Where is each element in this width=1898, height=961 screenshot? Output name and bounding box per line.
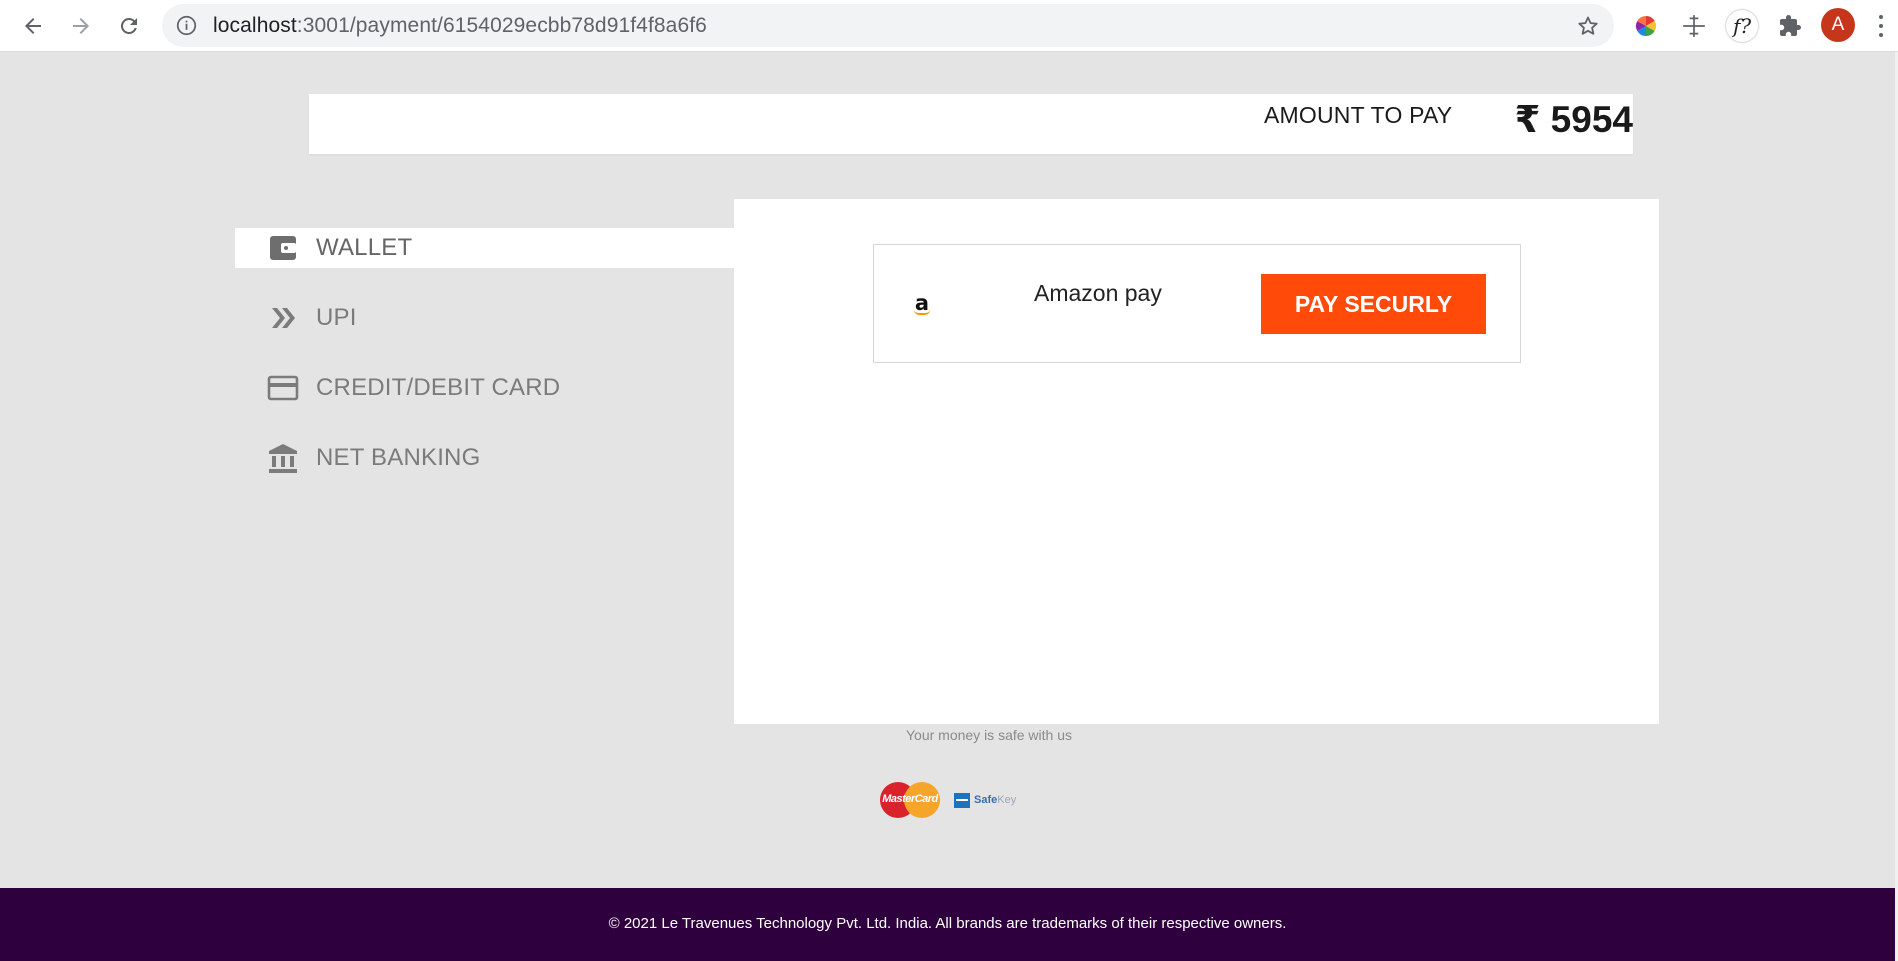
font-identifier-icon[interactable]: f? <box>1724 8 1760 44</box>
reload-button[interactable] <box>111 8 147 44</box>
profile-avatar[interactable]: A <box>1821 8 1855 42</box>
credit-card-icon <box>267 372 299 404</box>
pay-securely-button[interactable]: PAY SECURLY <box>1261 274 1486 334</box>
forward-button[interactable] <box>63 8 99 44</box>
sidebar-item-wallet[interactable]: WALLET <box>235 228 734 268</box>
color-wheel-icon[interactable] <box>1628 8 1664 44</box>
wallet-name: Amazon pay <box>1034 280 1162 306</box>
amazon-logo-icon: a <box>909 291 935 317</box>
url-host: localhost <box>213 14 297 37</box>
arrow-right-icon <box>73 18 89 34</box>
sidebar-item-label: UPI <box>316 304 357 331</box>
bookmark-star-icon[interactable] <box>1576 14 1600 38</box>
amazon-pay-option[interactable]: a Amazon pay PAY SECURLY <box>873 244 1521 363</box>
back-button[interactable] <box>15 8 51 44</box>
sidebar-item-credit-debit-card[interactable]: CREDIT/DEBIT CARD <box>235 368 734 408</box>
amount-label: AMOUNT TO PAY <box>1264 102 1453 128</box>
reload-icon <box>120 17 137 34</box>
safekey-text-2: Key <box>997 794 1017 806</box>
arrow-left-icon <box>25 18 41 34</box>
info-icon[interactable] <box>176 15 197 36</box>
browser-menu-icon[interactable] <box>1876 12 1886 40</box>
url-text[interactable]: localhost:3001/payment/6154029ecbb78d91f… <box>213 14 707 38</box>
amazon-logo-letter: a <box>914 290 930 315</box>
move-icon[interactable] <box>1676 8 1712 44</box>
amount-value: ₹ 5954 <box>1514 99 1633 140</box>
footer: © 2021 Le Travenues Technology Pvt. Ltd.… <box>0 888 1895 961</box>
bank-icon <box>267 442 299 474</box>
amex-icon <box>954 792 970 808</box>
url-path: :3001/payment/6154029ecbb78d91f4f8a6f6 <box>296 14 707 37</box>
address-bar[interactable]: localhost:3001/payment/6154029ecbb78d91f… <box>162 4 1614 47</box>
sidebar-item-label: WALLET <box>316 234 413 261</box>
puzzle-icon[interactable] <box>1772 8 1808 44</box>
amount-bar: AMOUNT TO PAY ₹ 5954 <box>309 94 1633 154</box>
amex-safekey-logo: SafeKey <box>954 790 1016 810</box>
copyright-text: © 2021 Le Travenues Technology Pvt. Ltd.… <box>608 915 1287 932</box>
safekey-text: Safe <box>974 794 998 806</box>
payment-panel: WALLET UPI CREDIT/DEBIT CARD NET BANKING… <box>235 199 1659 724</box>
double-chevron-icon <box>267 302 299 334</box>
sidebar-item-net-banking[interactable]: NET BANKING <box>235 438 734 478</box>
mastercard-logo-text: MasterCard <box>882 793 938 805</box>
wallet-icon <box>267 232 299 264</box>
payment-method-sidebar: WALLET UPI CREDIT/DEBIT CARD NET BANKING <box>235 199 734 724</box>
sidebar-item-label: NET BANKING <box>316 444 481 471</box>
sidebar-item-upi[interactable]: UPI <box>235 298 734 338</box>
browser-toolbar: localhost:3001/payment/6154029ecbb78d91f… <box>0 0 1898 52</box>
mastercard-logo: MasterCard <box>880 782 940 818</box>
sidebar-item-label: CREDIT/DEBIT CARD <box>316 374 561 401</box>
safe-message: Your money is safe with us <box>905 727 1072 743</box>
